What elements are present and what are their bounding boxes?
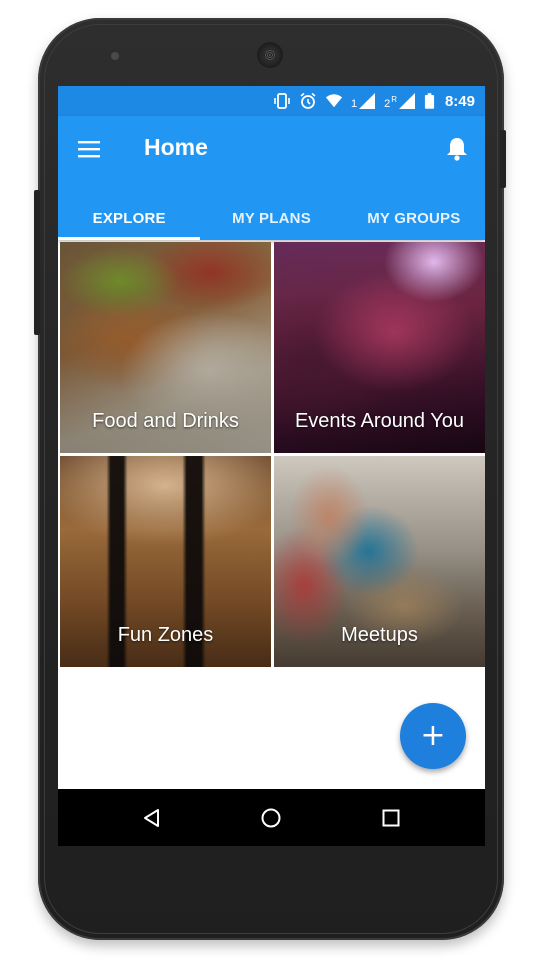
hamburger-menu-icon[interactable] — [76, 138, 106, 160]
status-bar: 1 2 R 8:49 — [58, 86, 485, 116]
recents-icon — [382, 809, 400, 826]
bell-icon[interactable] — [443, 135, 471, 163]
front-camera — [111, 52, 119, 60]
add-fab-button[interactable]: + — [400, 703, 466, 769]
category-tile-fun-zones[interactable]: Fun Zones — [60, 456, 271, 667]
signal-sim1: 1 — [351, 92, 376, 110]
alarm-icon — [300, 92, 316, 109]
tab-my-groups[interactable]: MY GROUPS — [343, 196, 485, 240]
vibrate-icon — [274, 93, 290, 109]
volume-button — [34, 190, 40, 335]
signal-roaming-icon — [398, 93, 415, 109]
category-tile-food-and-drinks[interactable]: Food and Drinks — [60, 242, 271, 453]
category-label: Events Around You — [294, 410, 465, 432]
signal-icon — [359, 93, 376, 109]
home-button[interactable] — [251, 798, 291, 838]
back-icon — [143, 808, 159, 827]
sim1-label: 1 — [350, 98, 358, 110]
back-button[interactable] — [132, 798, 172, 838]
roaming-indicator: R — [391, 95, 397, 104]
system-nav-bar — [58, 789, 485, 846]
screen: 1 2 R 8:49 Home EXPLORE MY PLANS MY GROU… — [58, 86, 485, 846]
tab-explore[interactable]: EXPLORE — [58, 196, 201, 240]
category-label: Meetups — [341, 624, 418, 646]
sim2-label: 2 — [384, 98, 391, 110]
app-bar: Home EXPLORE MY PLANS MY GROUPS — [58, 116, 485, 240]
category-tile-meetups[interactable]: Meetups — [274, 456, 485, 667]
tab-bar: EXPLORE MY PLANS MY GROUPS — [58, 196, 485, 240]
category-tile-events-around-you[interactable]: Events Around You — [274, 242, 485, 453]
power-button — [500, 130, 506, 188]
signal-sim2: 2 R — [384, 92, 416, 110]
page-title: Home — [144, 134, 208, 160]
category-label: Food and Drinks — [92, 410, 239, 432]
tab-my-plans[interactable]: MY PLANS — [200, 196, 342, 240]
wifi-icon — [325, 94, 343, 108]
battery-icon — [424, 93, 435, 109]
earpiece-speaker — [257, 42, 283, 68]
status-time: 8:49 — [444, 92, 475, 110]
category-label: Fun Zones — [117, 624, 214, 646]
home-icon — [261, 808, 281, 827]
plus-icon: + — [420, 718, 446, 753]
recents-button[interactable] — [371, 798, 411, 838]
